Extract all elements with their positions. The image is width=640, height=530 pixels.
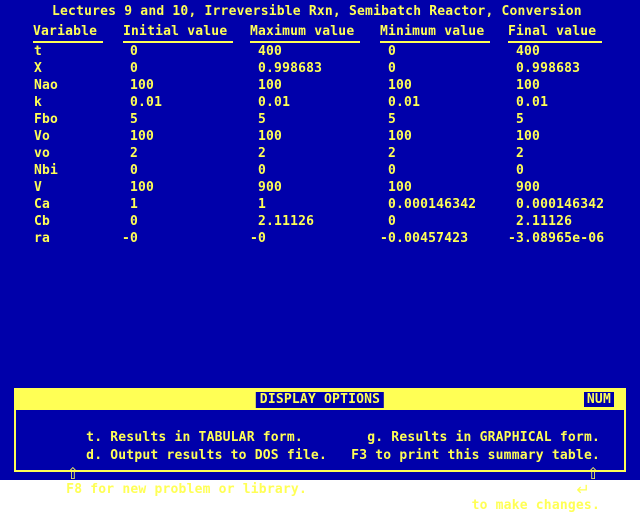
num-lock-indicator: NUM	[584, 392, 614, 407]
variable-name: ra	[34, 231, 50, 247]
cell-final: -3.08965e-06	[508, 231, 604, 247]
cell-minimum: 0.01	[388, 95, 420, 111]
cell-maximum: 100	[258, 78, 282, 94]
cell-initial: 0	[130, 214, 138, 230]
variable-name: Nao	[34, 78, 58, 94]
cell-minimum: 0	[388, 61, 396, 77]
cell-maximum: 2.11126	[258, 214, 314, 230]
cell-minimum: 0	[388, 214, 396, 230]
cell-initial: 100	[130, 129, 154, 145]
variable-name: k	[34, 95, 42, 111]
cell-maximum: 0.998683	[258, 61, 322, 77]
cell-initial: 0	[130, 163, 138, 179]
column-header-minimum: Minimum value	[380, 24, 490, 43]
cell-minimum: 2	[388, 146, 396, 162]
cell-minimum: 100	[388, 78, 412, 94]
column-header-maximum: Maximum value	[250, 24, 360, 43]
cell-initial: 0	[130, 61, 138, 77]
cell-minimum: 0	[388, 44, 396, 60]
panel-title: DISPLAY OPTIONS	[256, 392, 384, 408]
dos-screen: Lectures 9 and 10, Irreversible Rxn, Sem…	[0, 0, 640, 480]
cell-initial: 100	[130, 180, 154, 196]
variable-name: Vo	[34, 129, 50, 145]
cell-minimum: 100	[388, 129, 412, 145]
page-title: Lectures 9 and 10, Irreversible Rxn, Sem…	[52, 4, 582, 20]
cell-maximum: -0	[250, 231, 266, 247]
column-header-final: Final value	[508, 24, 602, 43]
option-new-problem-label: F8 for new problem or library.	[66, 482, 307, 497]
cell-initial: 2	[130, 146, 138, 162]
cell-initial: 1	[130, 197, 138, 213]
cell-final: 0.01	[516, 95, 548, 111]
option-new-problem[interactable]: ⇧ F8 for new problem or library.	[18, 450, 307, 514]
variable-name: V	[34, 180, 42, 196]
cell-minimum: 0	[388, 163, 396, 179]
cell-final: 100	[516, 129, 540, 145]
cell-maximum: 2	[258, 146, 266, 162]
cell-initial: 5	[130, 112, 138, 128]
display-options-panel: DISPLAY OPTIONS NUM t. Results in TABULA…	[14, 388, 626, 472]
cell-minimum: 5	[388, 112, 396, 128]
variable-name: Cb	[34, 214, 50, 230]
column-header-initial: Initial value	[123, 24, 233, 43]
cell-initial: 100	[130, 78, 154, 94]
variable-name: t	[34, 44, 42, 60]
cell-maximum: 900	[258, 180, 282, 196]
cell-final: 2	[516, 146, 524, 162]
cell-initial: -0	[122, 231, 138, 247]
variable-name: X	[34, 61, 42, 77]
cell-maximum: 0.01	[258, 95, 290, 111]
cell-maximum: 1	[258, 197, 266, 213]
panel-title-bar: DISPLAY OPTIONS NUM	[16, 390, 624, 410]
cell-final: 0	[516, 163, 524, 179]
variable-name: vo	[34, 146, 50, 162]
cell-maximum: 400	[258, 44, 282, 60]
cell-maximum: 100	[258, 129, 282, 145]
option-make-changes[interactable]: ⇧ ↵ to make changes.	[423, 450, 600, 530]
cell-final: 400	[516, 44, 540, 60]
variable-name: Ca	[34, 197, 50, 213]
column-header-variable: Variable	[33, 24, 103, 43]
cell-initial: 0.01	[130, 95, 162, 111]
cell-minimum: 100	[388, 180, 412, 196]
cell-final: 900	[516, 180, 540, 196]
cell-final: 0.998683	[516, 61, 580, 77]
option-make-changes-label: to make changes.	[472, 498, 600, 513]
cell-initial: 0	[130, 44, 138, 60]
cell-final: 0.000146342	[516, 197, 604, 213]
cell-final: 5	[516, 112, 524, 128]
variable-name: Fbo	[34, 112, 58, 128]
enter-key-icon: ↵	[576, 480, 590, 499]
cell-maximum: 0	[258, 163, 266, 179]
cell-final: 2.11126	[516, 214, 572, 230]
variable-name: Nbi	[34, 163, 58, 179]
cell-minimum: -0.00457423	[380, 231, 468, 247]
cell-final: 100	[516, 78, 540, 94]
cell-minimum: 0.000146342	[388, 197, 476, 213]
shift-key-icon: ⇧	[66, 464, 80, 483]
cell-maximum: 5	[258, 112, 266, 128]
